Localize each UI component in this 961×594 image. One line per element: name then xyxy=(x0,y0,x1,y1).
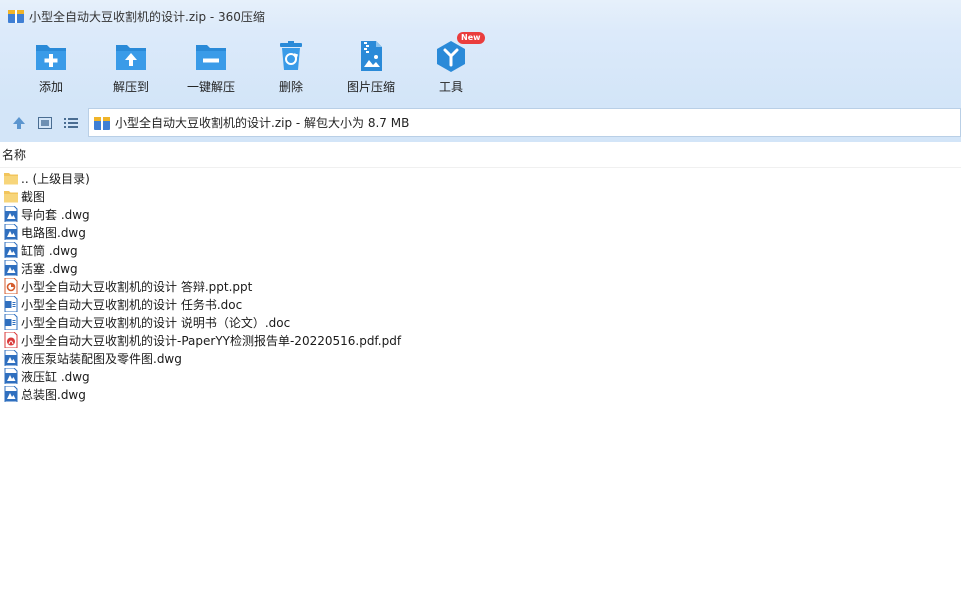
thumbnail-view-icon[interactable] xyxy=(36,114,54,132)
file-name: 小型全自动大豆收割机的设计 说明书（论文）.doc xyxy=(21,315,291,330)
doc-file-icon xyxy=(4,313,18,331)
column-name-label: 名称 xyxy=(2,148,27,162)
file-row[interactable]: 电路图.dwg xyxy=(0,223,961,241)
recycle-bin-icon xyxy=(280,41,302,70)
file-row[interactable]: 小型全自动大豆收割机的设计 答辩.ppt.ppt xyxy=(0,277,961,295)
window-title: 小型全自动大豆收割机的设计.zip - 360压缩 xyxy=(29,9,265,24)
file-name: 液压泵站装配图及零件图.dwg xyxy=(21,351,182,366)
file-row[interactable]: 截图 xyxy=(0,187,961,205)
file-row[interactable]: 小型全自动大豆收割机的设计-PaperYY检测报告单-20220516.pdf.… xyxy=(0,331,961,349)
dwg-file-icon xyxy=(4,367,18,385)
tools-label: 工具 xyxy=(438,80,463,94)
file-name: .. (上级目录) xyxy=(21,171,90,186)
file-row[interactable]: 导向套 .dwg xyxy=(0,205,961,223)
archive-app-icon xyxy=(8,10,24,23)
image-compress-button[interactable]: 图片压缩 xyxy=(331,32,411,100)
ppt-file-icon xyxy=(4,277,18,295)
file-rows: .. (上级目录) 截图导向套 .dwg 电路图.dwg 缸筒 .dwg 活塞 .dwg… xyxy=(0,168,961,403)
up-arrow-icon[interactable] xyxy=(10,114,28,132)
tools-button[interactable]: New 工具 xyxy=(411,32,491,100)
delete-label: 删除 xyxy=(278,80,303,94)
file-name: 导向套 .dwg xyxy=(21,207,90,222)
file-name: 液压缸 .dwg xyxy=(21,369,90,384)
add-label: 添加 xyxy=(38,80,63,94)
new-badge: New xyxy=(457,32,485,44)
dwg-file-icon xyxy=(4,349,18,367)
extract-to-label: 解压到 xyxy=(112,80,149,94)
file-name: 总装图.dwg xyxy=(21,387,86,402)
file-row[interactable]: 小型全自动大豆收割机的设计 说明书（论文）.doc xyxy=(0,313,961,331)
extract-to-button[interactable]: 解压到 xyxy=(91,32,171,100)
file-row[interactable]: 液压缸 .dwg xyxy=(0,367,961,385)
image-compress-label: 图片压缩 xyxy=(346,80,395,94)
file-row[interactable]: 缸筒 .dwg xyxy=(0,241,961,259)
dwg-file-icon xyxy=(4,385,18,403)
file-name: 小型全自动大豆收割机的设计 任务书.doc xyxy=(21,297,243,312)
file-row[interactable]: 液压泵站装配图及零件图.dwg xyxy=(0,349,961,367)
file-name: 小型全自动大豆收割机的设计 答辩.ppt.ppt xyxy=(21,279,253,294)
file-name: 截图 xyxy=(21,189,46,204)
dwg-file-icon xyxy=(4,259,18,277)
file-name: 小型全自动大豆收割机的设计-PaperYY检测报告单-20220516.pdf.… xyxy=(21,333,402,348)
folder-plus-icon xyxy=(36,45,66,70)
folder-upload-icon xyxy=(116,45,146,70)
delete-button[interactable]: 删除 xyxy=(251,32,331,100)
address-bar: 小型全自动大豆收割机的设计.zip - 解包大小为 8.7 MB xyxy=(0,103,961,142)
file-row[interactable]: 活塞 .dwg xyxy=(0,259,961,277)
dwg-file-icon xyxy=(4,205,18,223)
file-name: 活塞 .dwg xyxy=(21,261,78,276)
column-header-name[interactable]: 名称 xyxy=(0,142,961,168)
file-name: 缸筒 .dwg xyxy=(21,243,78,258)
tools-hex-icon xyxy=(437,41,465,72)
file-row[interactable]: 小型全自动大豆收割机的设计 任务书.doc xyxy=(0,295,961,313)
folder-icon xyxy=(4,170,18,186)
folder-icon xyxy=(4,188,18,204)
image-zip-icon xyxy=(361,41,382,71)
zip-file-icon xyxy=(94,116,110,130)
dwg-file-icon xyxy=(4,241,18,259)
file-list: 名称 .. (上级目录) 截图导向套 .dwg 电路图.dwg 缸筒 .dwg 活塞 .… xyxy=(0,142,961,594)
file-name: 电路图.dwg xyxy=(21,225,86,240)
pdf-file-icon xyxy=(4,331,18,349)
one-click-extract-button[interactable]: 一键解压 xyxy=(171,32,251,100)
toolbar: 添加 解压到 一键解压 删除 图片压缩 New 工具 xyxy=(0,32,961,103)
list-view-icon[interactable] xyxy=(62,114,80,132)
dwg-file-icon xyxy=(4,223,18,241)
file-row[interactable]: .. (上级目录) xyxy=(0,169,961,187)
title-bar: 小型全自动大豆收割机的设计.zip - 360压缩 xyxy=(0,0,961,32)
file-row[interactable]: 总装图.dwg xyxy=(0,385,961,403)
path-text: 小型全自动大豆收割机的设计.zip - 解包大小为 8.7 MB xyxy=(115,116,410,130)
add-button[interactable]: 添加 xyxy=(11,32,91,100)
doc-file-icon xyxy=(4,295,18,313)
one-click-extract-label: 一键解压 xyxy=(186,80,235,94)
folder-minus-icon xyxy=(196,45,226,70)
path-field[interactable]: 小型全自动大豆收割机的设计.zip - 解包大小为 8.7 MB xyxy=(88,108,961,137)
